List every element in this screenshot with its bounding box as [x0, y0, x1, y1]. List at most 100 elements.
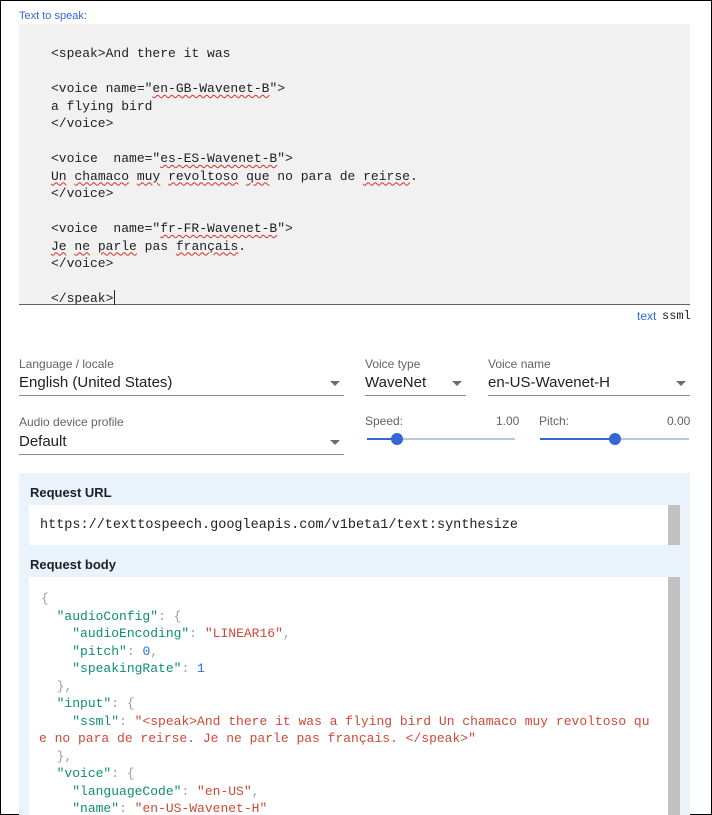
text-fragment: </voice>: [51, 256, 114, 271]
voice-name-select[interactable]: en-US-Wavenet-H: [488, 372, 690, 396]
text-to-speak-label: Text to speak:: [19, 10, 87, 22]
dropdown-arrow-icon: [452, 381, 462, 386]
text-fragment: <voice name=": [51, 221, 161, 236]
code-token: "voice": [56, 766, 112, 781]
code-token: : {: [111, 696, 135, 711]
text-line: Je ne parle pas français.: [51, 238, 246, 255]
audio-profile-select[interactable]: Default: [19, 431, 344, 455]
pitch-slider-fill: [540, 438, 615, 440]
voice-type-select[interactable]: WaveNet: [365, 372, 466, 396]
code-line: "languageCode": "en-US",: [41, 783, 259, 800]
misspelled-word: fr-FR-Wavenet-B: [160, 221, 278, 236]
misspelled-word: français: [175, 238, 239, 254]
code-token: ,: [282, 626, 291, 641]
code-token: "LINEAR16": [204, 626, 283, 641]
pitch-slider-thumb[interactable]: [608, 433, 621, 445]
input-mode-ssml-toggle[interactable]: ssml: [662, 309, 691, 323]
misspelled-word: Je: [51, 238, 67, 254]
text-line: a flying bird: [51, 98, 152, 115]
text-caret: [114, 290, 116, 305]
text-line: <voice name="fr-FR-Wavenet-B">: [51, 220, 293, 237]
text-line: </voice>: [51, 185, 113, 202]
text-line: <speak>And there it was: [51, 45, 230, 62]
request-url-box: https://texttospeech.googleapis.com/v1be…: [29, 505, 680, 545]
code-token: e no para de reirse. Je ne parle pas fra…: [39, 731, 476, 746]
code-token: :: [126, 643, 143, 659]
code-token: ,: [251, 783, 260, 799]
text-fragment: <voice name=": [51, 81, 153, 96]
body-scrollbar[interactable]: [668, 577, 680, 815]
speed-slider-thumb[interactable]: [390, 433, 403, 445]
code-token: 1: [197, 661, 205, 676]
pitch-value: 0.00: [667, 414, 691, 428]
text-fragment: pas: [136, 238, 176, 254]
code-token: {: [41, 591, 49, 606]
code-token: "en-US": [197, 783, 252, 799]
text-fragment: </voice>: [51, 116, 114, 131]
misspelled-word: revoltoso: [168, 168, 239, 184]
text-fragment: </voice>: [51, 186, 114, 201]
code-token: "input": [56, 696, 112, 711]
misspelled-word: chamaco: [74, 168, 130, 184]
code-token: "languageCode": [72, 783, 182, 799]
code-line: e no para de reirse. Je ne parle pas fra…: [39, 730, 476, 747]
text-fragment: [90, 239, 98, 254]
code-token: :: [181, 661, 198, 676]
code-token: :: [119, 713, 135, 729]
code-line: },: [41, 748, 73, 765]
code-token: : {: [158, 608, 182, 624]
text-fragment: </speak>: [51, 291, 114, 306]
code-line: "ssml": "<speak>And there it was a flyin…: [41, 713, 650, 730]
code-line: "input": {: [41, 695, 135, 712]
code-token: : {: [111, 766, 135, 781]
audio-profile-value: Default: [19, 433, 67, 450]
code-token: "name": [72, 801, 120, 815]
code-line: },: [41, 678, 73, 695]
misspelled-word: parle: [97, 238, 137, 254]
code-line: "audioEncoding": "LINEAR16",: [41, 625, 291, 642]
request-body-box: { "audioConfig": { "audioEncoding": "LIN…: [29, 577, 680, 815]
text-line: </voice>: [51, 255, 113, 272]
code-line: "voice": {: [41, 765, 135, 782]
text-fragment: [160, 169, 168, 184]
code-token: "<speak>And there it was a flying bird U…: [134, 713, 650, 729]
text-fragment: [238, 169, 246, 184]
misspelled-word: Un: [51, 168, 67, 184]
text-fragment: no para de: [269, 168, 364, 184]
code-token: },: [41, 678, 73, 694]
voice-name-value: en-US-Wavenet-H: [488, 374, 610, 391]
code-token: "audioConfig": [56, 608, 159, 624]
text-fragment: ">: [277, 221, 293, 236]
speed-slider[interactable]: [367, 433, 515, 445]
input-mode-text-toggle[interactable]: text: [637, 309, 656, 323]
misspelled-word: reirse: [363, 168, 410, 184]
code-token: :: [119, 801, 135, 815]
url-scrollbar[interactable]: [668, 505, 680, 545]
dropdown-arrow-icon: [330, 381, 340, 386]
language-select[interactable]: English (United States): [19, 372, 344, 396]
text-fragment: [129, 169, 137, 184]
text-to-speak-textarea[interactable]: <speak>And there it was <voice name="en-G…: [19, 24, 690, 306]
text-line: <voice name="es-ES-Wavenet-B">: [51, 150, 293, 167]
request-url-title: Request URL: [30, 485, 112, 500]
code-line: {: [41, 590, 49, 607]
misspelled-word: que: [246, 168, 270, 184]
text-fragment: ">: [277, 151, 293, 166]
pitch-slider[interactable]: [540, 433, 689, 445]
misspelled-word: ne: [74, 238, 91, 254]
code-token: },: [41, 748, 73, 764]
pitch-label: Pitch:: [539, 414, 570, 428]
speed-label: Speed:: [365, 414, 404, 428]
language-label: Language / locale: [19, 357, 114, 371]
text-fragment: ">: [269, 81, 286, 96]
text-line: <voice name="en-GB-Wavenet-B">: [51, 80, 285, 97]
text-fragment: <speak>And there it was: [51, 46, 231, 61]
speed-value: 1.00: [496, 414, 520, 428]
